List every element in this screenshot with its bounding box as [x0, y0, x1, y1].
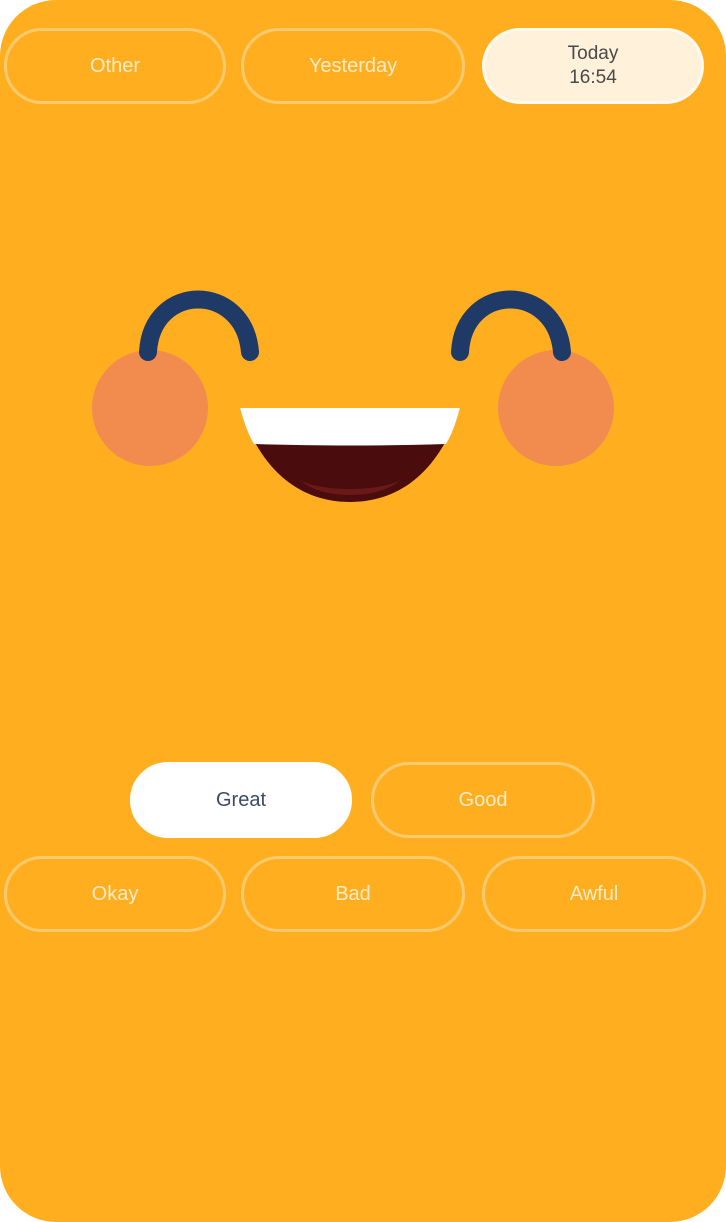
mouth [240, 408, 460, 502]
mood-option-bad-label: Bad [335, 882, 371, 905]
left-eye [139, 290, 259, 361]
right-eye [451, 290, 571, 361]
mood-option-great[interactable]: Great [130, 762, 352, 838]
mood-option-good-label: Good [458, 788, 508, 811]
left-cheek [92, 350, 208, 466]
mood-option-awful[interactable]: Awful [482, 856, 706, 932]
mood-option-okay[interactable]: Okay [4, 856, 226, 932]
mood-screen: Other Yesterday Today 16:54 Great Good O… [0, 0, 726, 1222]
mood-option-great-label: Great [215, 788, 267, 811]
right-cheek [498, 350, 614, 466]
mood-option-okay-label: Okay [91, 882, 139, 905]
happy-face-icon [92, 290, 614, 502]
mood-option-awful-label: Awful [569, 882, 619, 905]
mood-option-bad[interactable]: Bad [241, 856, 465, 932]
mood-option-good[interactable]: Good [371, 762, 595, 838]
